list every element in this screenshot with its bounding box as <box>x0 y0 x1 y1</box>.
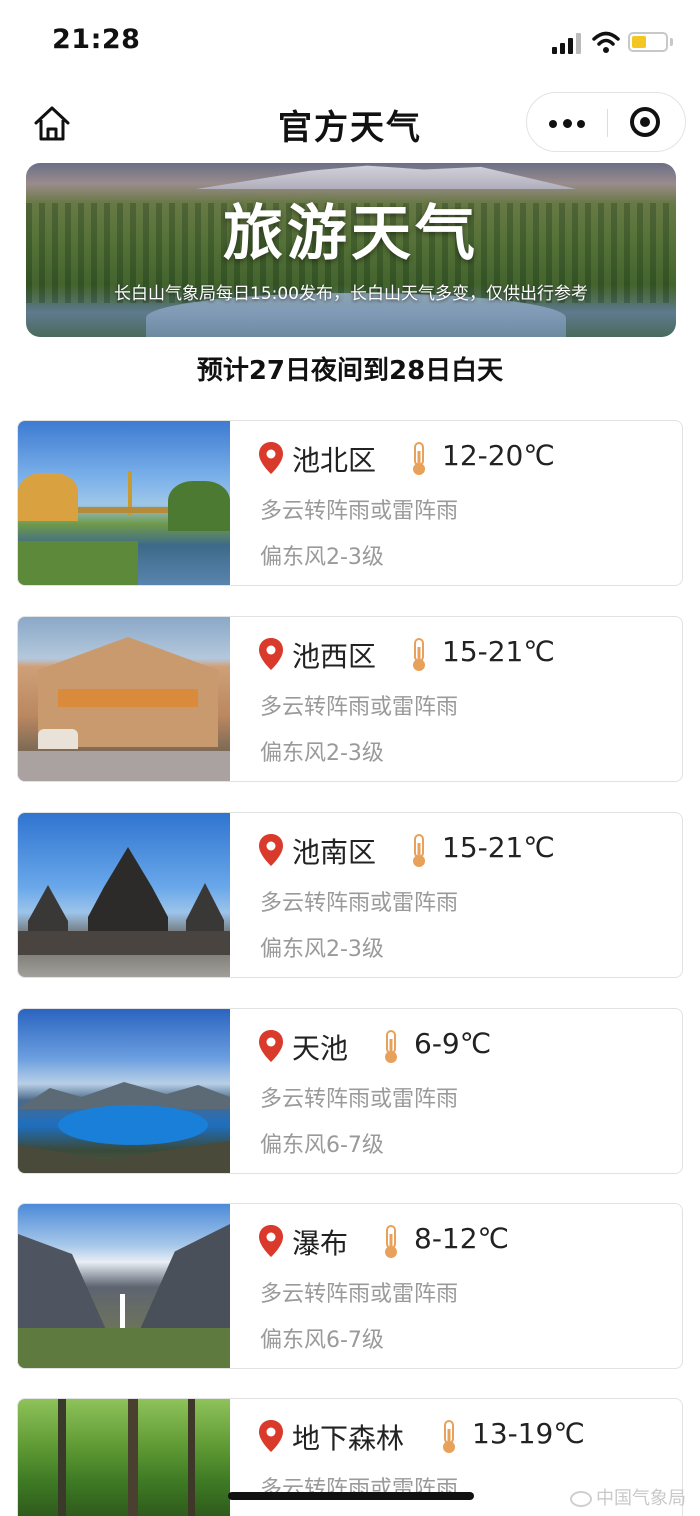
thermometer-icon <box>380 1224 402 1260</box>
location-pin-icon <box>258 1419 284 1453</box>
thermometer-icon <box>438 1419 460 1455</box>
location-pin-icon <box>258 833 284 867</box>
battery-tip <box>670 38 673 46</box>
banner-subtitle: 长白山气象局每日15:00发布，长白山天气多变，仅供出行参考 <box>114 284 588 304</box>
temperature-range: 15-21℃ <box>442 831 555 864</box>
wifi-icon <box>592 30 620 58</box>
weather-description: 多云转阵雨或雷阵雨 <box>260 1087 459 1112</box>
location-name: 池西区 <box>292 640 377 673</box>
location-pin-icon <box>258 1224 284 1258</box>
temperature-range: 13-19℃ <box>472 1417 585 1450</box>
signal-icon <box>552 32 584 54</box>
location-card[interactable]: 池西区 15-21℃ 多云转阵雨或雷阵雨 偏东风2-3级 <box>17 616 683 782</box>
wind-description: 偏东风2-3级 <box>260 741 384 766</box>
wind-description: 偏东风2-3级 <box>260 545 384 570</box>
location-photo <box>18 617 230 781</box>
banner-image: 旅游天气 长白山气象局每日15:00发布，长白山天气多变，仅供出行参考 <box>26 163 676 337</box>
location-photo <box>18 1009 230 1173</box>
location-photo <box>18 421 230 585</box>
close-target-icon[interactable] <box>607 93 687 153</box>
weather-description: 多云转阵雨或雷阵雨 <box>260 891 459 916</box>
location-name: 天池 <box>292 1032 349 1065</box>
thermometer-icon <box>408 637 430 673</box>
location-pin-icon <box>258 637 284 671</box>
location-name: 池北区 <box>292 444 377 477</box>
weather-description: 多云转阵雨或雷阵雨 <box>260 499 459 524</box>
weather-description: 多云转阵雨或雷阵雨 <box>260 695 459 720</box>
location-name: 地下森林 <box>292 1422 405 1455</box>
weather-description: 多云转阵雨或雷阵雨 <box>260 1282 459 1307</box>
battery-icon <box>628 32 668 52</box>
location-photo <box>18 1399 230 1516</box>
temperature-range: 8-12℃ <box>414 1222 509 1255</box>
wind-description: 偏东风2-3级 <box>260 937 384 962</box>
home-indicator <box>228 1492 474 1500</box>
location-photo <box>18 813 230 977</box>
more-icon[interactable] <box>527 93 607 153</box>
mini-program-capsule <box>526 92 686 152</box>
temperature-range: 6-9℃ <box>414 1027 492 1060</box>
location-photo <box>18 1204 230 1368</box>
wind-description: 偏东风6-7级 <box>260 1133 384 1158</box>
thermometer-icon <box>408 441 430 477</box>
nav-bar: 官方天气 <box>0 88 700 160</box>
status-bar: 21:28 <box>0 0 700 88</box>
location-card[interactable]: 瀑布 8-12℃ 多云转阵雨或雷阵雨 偏东风6-7级 <box>17 1203 683 1369</box>
thermometer-icon <box>408 833 430 869</box>
location-name: 池南区 <box>292 836 377 869</box>
watermark-text: 中国气象局 <box>596 1488 686 1509</box>
forecast-period: 预计27日夜间到28日白天 <box>196 356 504 386</box>
watermark: 中国气象局 <box>570 1484 686 1510</box>
thermometer-icon <box>380 1029 402 1065</box>
location-card[interactable]: 池北区 12-20℃ 多云转阵雨或雷阵雨 偏东风2-3级 <box>17 420 683 586</box>
location-pin-icon <box>258 441 284 475</box>
location-pin-icon <box>258 1029 284 1063</box>
weibo-logo-icon <box>570 1491 592 1507</box>
status-time: 21:28 <box>52 24 141 55</box>
location-card[interactable]: 池南区 15-21℃ 多云转阵雨或雷阵雨 偏东风2-3级 <box>17 812 683 978</box>
temperature-range: 12-20℃ <box>442 439 555 472</box>
temperature-range: 15-21℃ <box>442 635 555 668</box>
wind-description: 偏东风6-7级 <box>260 1328 384 1353</box>
location-name: 瀑布 <box>292 1227 349 1260</box>
banner-title: 旅游天气 <box>223 199 479 269</box>
location-card[interactable]: 天池 6-9℃ 多云转阵雨或雷阵雨 偏东风6-7级 <box>17 1008 683 1174</box>
